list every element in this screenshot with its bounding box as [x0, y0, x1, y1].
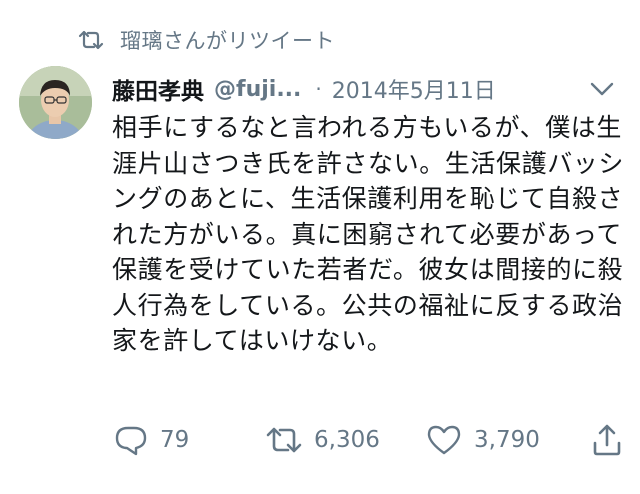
avatar-image: [19, 66, 92, 139]
author-handle[interactable]: @fuji...: [214, 77, 301, 102]
share-icon: [592, 423, 622, 457]
share-button[interactable]: [592, 420, 622, 460]
author-name[interactable]: 藤田孝典: [112, 72, 204, 106]
heart-icon: [426, 424, 462, 456]
reply-count: 79: [160, 427, 190, 453]
tweet-header: 藤田孝典 @fuji... · 2014年5月11日: [112, 70, 624, 108]
retweet-context[interactable]: 瑠璃さんがリツイート: [78, 22, 335, 58]
retweet-context-label: 瑠璃さんがリツイート: [120, 29, 335, 53]
retweet-button[interactable]: 6,306: [266, 420, 380, 460]
retweet-icon: [266, 425, 302, 455]
retweet-icon: [78, 30, 104, 50]
like-count: 3,790: [474, 427, 540, 453]
separator-dot: ·: [315, 77, 322, 101]
retweet-count: 6,306: [314, 427, 380, 453]
tweet-actions: 79 6,306 3,790: [112, 420, 632, 460]
like-button[interactable]: 3,790: [426, 420, 540, 460]
avatar[interactable]: [19, 66, 92, 139]
chevron-down-icon[interactable]: [588, 76, 616, 100]
tweet-timestamp[interactable]: 2014年5月11日: [332, 73, 496, 105]
tweet-text: 相手にするなと言われる方もいるが、僕は生涯片山さつき氏を許さない。生活保護バッシ…: [112, 113, 625, 355]
reply-icon: [114, 424, 148, 456]
reply-button[interactable]: 79: [114, 420, 189, 460]
